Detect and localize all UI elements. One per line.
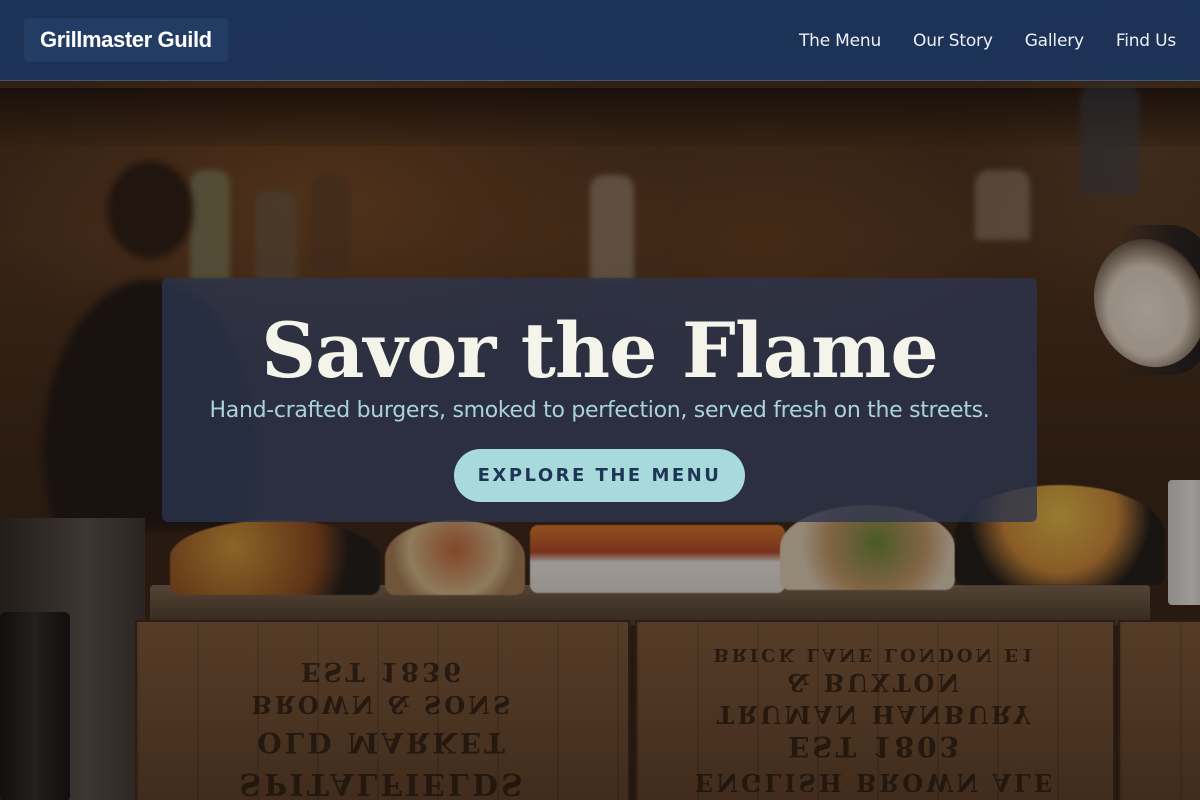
explore-menu-button[interactable]: EXPLORE THE MENU xyxy=(454,449,745,502)
nav-link-our-story[interactable]: Our Story xyxy=(913,31,993,51)
nav-link-gallery[interactable]: Gallery xyxy=(1025,31,1084,51)
hero-panel: Savor the Flame Hand-crafted burgers, sm… xyxy=(162,278,1037,522)
nav-link-find-us[interactable]: Find Us xyxy=(1116,31,1176,51)
brand-logo-link[interactable]: Grillmaster Guild xyxy=(24,18,228,62)
main-nav: The Menu Our Story Gallery Find Us xyxy=(799,0,1176,81)
hero-subtitle: Hand-crafted burgers, smoked to perfecti… xyxy=(209,398,990,423)
hero-title: Savor the Flame xyxy=(261,306,939,395)
nav-link-the-menu[interactable]: The Menu xyxy=(799,31,881,51)
landing-page: EST 1836 BROWN & SONS OLD MARKET SPITALF… xyxy=(0,0,1200,800)
top-navigation-bar: Grillmaster Guild The Menu Our Story Gal… xyxy=(0,0,1200,81)
